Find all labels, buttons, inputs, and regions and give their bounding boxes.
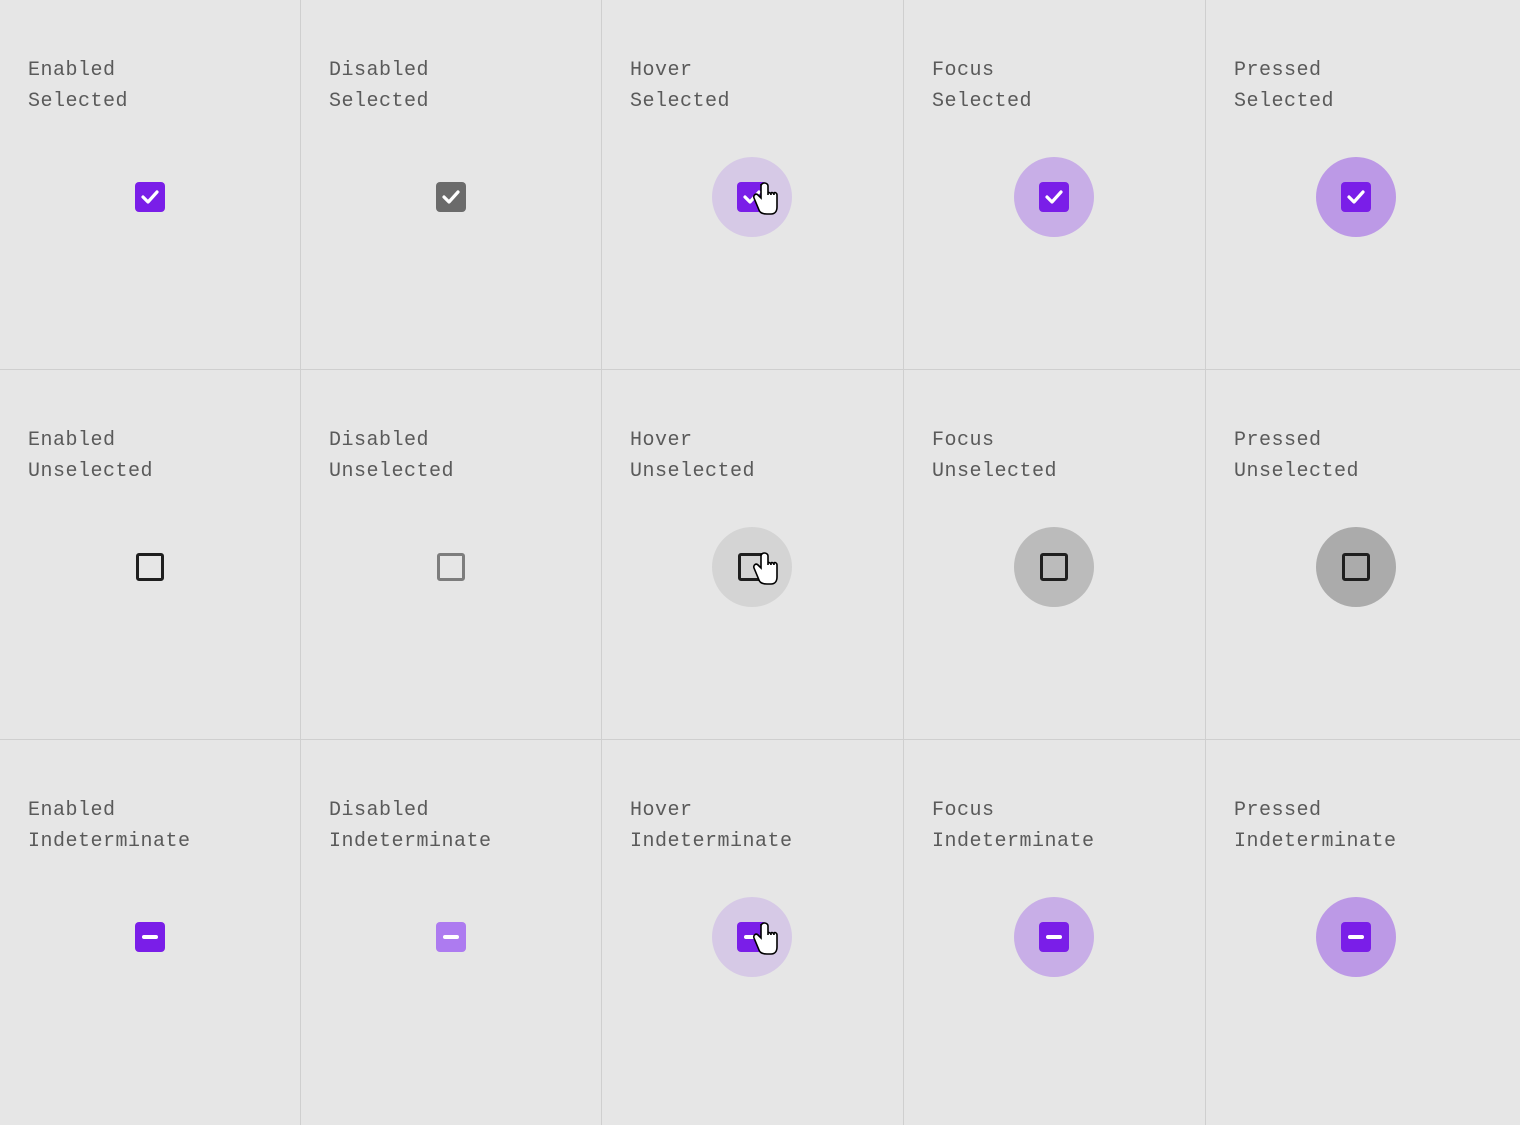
checkbox-box: [135, 182, 165, 212]
check-icon: [442, 190, 460, 204]
cell-enabled-unselected: EnabledUnselected: [0, 370, 301, 740]
state-label: PressedIndeterminate: [1234, 764, 1496, 857]
checkbox-pressed-unselected[interactable]: [1321, 532, 1391, 602]
cell-enabled-indeterminate: EnabledIndeterminate: [0, 740, 301, 1125]
minus-icon: [1046, 935, 1062, 939]
checkbox-hover-unselected[interactable]: [717, 532, 787, 602]
cell-pressed-selected: PressedSelected: [1206, 0, 1520, 370]
cell-hover-selected: HoverSelected: [602, 0, 904, 370]
check-icon: [1347, 190, 1365, 204]
checkbox-focus-indeterminate[interactable]: [1019, 902, 1089, 972]
checkbox-enabled-indeterminate[interactable]: [115, 902, 185, 972]
check-icon: [1045, 190, 1063, 204]
checkbox-box: [1341, 922, 1371, 952]
minus-icon: [142, 935, 158, 939]
state-label: HoverIndeterminate: [630, 764, 875, 857]
checkbox-hover-selected[interactable]: [717, 162, 787, 232]
state-label: EnabledSelected: [28, 24, 272, 117]
checkbox-hover-indeterminate[interactable]: [717, 902, 787, 972]
state-label: FocusUnselected: [932, 394, 1177, 487]
cell-enabled-selected: EnabledSelected: [0, 0, 301, 370]
cell-focus-unselected: FocusUnselected: [904, 370, 1206, 740]
checkbox-box: [737, 922, 767, 952]
cell-disabled-selected: DisabledSelected: [301, 0, 602, 370]
cell-focus-selected: FocusSelected: [904, 0, 1206, 370]
checkbox-pressed-indeterminate[interactable]: [1321, 902, 1391, 972]
state-label: HoverUnselected: [630, 394, 875, 487]
checkbox-box: [1342, 553, 1370, 581]
cell-disabled-unselected: DisabledUnselected: [301, 370, 602, 740]
check-icon: [141, 190, 159, 204]
checkbox-box: [1039, 182, 1069, 212]
checkbox-box: [737, 182, 767, 212]
checkbox-box: [1039, 922, 1069, 952]
checkbox-disabled-selected: [416, 162, 486, 232]
state-label: PressedSelected: [1234, 24, 1496, 117]
checkbox-box: [738, 553, 766, 581]
state-label: EnabledIndeterminate: [28, 764, 272, 857]
checkbox-box: [437, 553, 465, 581]
state-label: DisabledUnselected: [329, 394, 573, 487]
minus-icon: [744, 935, 760, 939]
checkbox-box: [135, 922, 165, 952]
state-label: DisabledIndeterminate: [329, 764, 573, 857]
cell-hover-unselected: HoverUnselected: [602, 370, 904, 740]
state-label: FocusSelected: [932, 24, 1177, 117]
checkbox-disabled-indeterminate: [416, 902, 486, 972]
checkbox-box: [1341, 182, 1371, 212]
state-label: DisabledSelected: [329, 24, 573, 117]
checkbox-box: [1040, 553, 1068, 581]
cell-focus-indeterminate: FocusIndeterminate: [904, 740, 1206, 1125]
checkbox-enabled-unselected[interactable]: [115, 532, 185, 602]
cell-disabled-indeterminate: DisabledIndeterminate: [301, 740, 602, 1125]
state-label: PressedUnselected: [1234, 394, 1496, 487]
checkbox-box: [436, 182, 466, 212]
checkbox-box: [436, 922, 466, 952]
state-label: EnabledUnselected: [28, 394, 272, 487]
checkbox-box: [136, 553, 164, 581]
checkbox-focus-unselected[interactable]: [1019, 532, 1089, 602]
checkbox-states-grid: EnabledSelected DisabledSelected HoverSe…: [0, 0, 1520, 1120]
checkbox-enabled-selected[interactable]: [115, 162, 185, 232]
state-label: HoverSelected: [630, 24, 875, 117]
checkbox-focus-selected[interactable]: [1019, 162, 1089, 232]
state-label: FocusIndeterminate: [932, 764, 1177, 857]
cell-pressed-indeterminate: PressedIndeterminate: [1206, 740, 1520, 1125]
cell-pressed-unselected: PressedUnselected: [1206, 370, 1520, 740]
check-icon: [743, 190, 761, 204]
minus-icon: [1348, 935, 1364, 939]
checkbox-pressed-selected[interactable]: [1321, 162, 1391, 232]
minus-icon: [443, 935, 459, 939]
cell-hover-indeterminate: HoverIndeterminate: [602, 740, 904, 1125]
checkbox-disabled-unselected: [416, 532, 486, 602]
